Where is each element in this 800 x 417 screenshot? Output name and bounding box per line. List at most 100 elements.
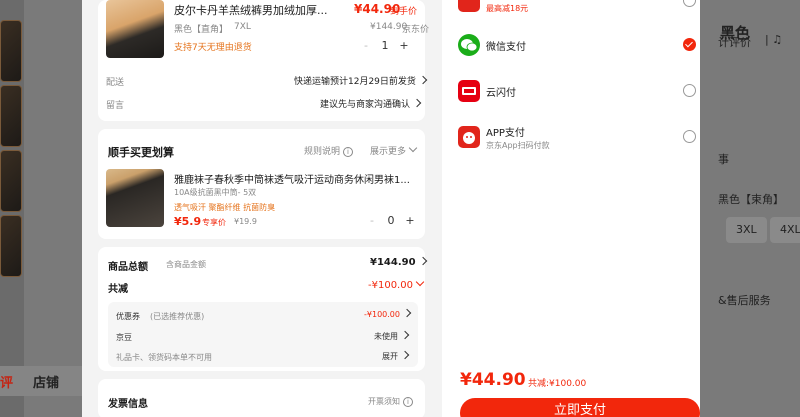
info-icon: i [403, 397, 413, 407]
addon-item-title[interactable]: 雅鹿袜子春秋季中筒袜透气吸汗运动商务休闲男袜1... [174, 171, 410, 186]
product-variant[interactable]: 黑色【直角】 [174, 22, 228, 35]
payment-panel: 最高减18元 微信支付 云闪付 APP支付 京东App扫码付款 ¥44.90 共… [442, 0, 700, 417]
addon-title: 顺手买更划算 [108, 146, 174, 159]
invoice-card[interactable]: 发票信息 开票须知 i [98, 379, 425, 417]
giftcard-value: 展开 [382, 352, 398, 361]
pay-saved: 共减:¥100.00 [528, 379, 587, 389]
background-char: 事 [718, 153, 729, 166]
rules-label: 规则说明 [304, 147, 341, 157]
background-thumbnail [0, 20, 22, 82]
coupon-value: -¥100.00 [364, 310, 400, 319]
addon-item-price: ¥5.9 [174, 215, 202, 228]
plus-button[interactable]: + [402, 214, 418, 227]
unionpay-icon [458, 80, 480, 102]
quantity-stepper: - 1 + [358, 39, 412, 52]
total-value: ¥144.90 [370, 257, 416, 268]
background-rating: 计评价 [718, 36, 751, 49]
chevron-right-icon [400, 350, 410, 360]
payment-option-app[interactable]: APP支付 京东App扫码付款 [442, 122, 700, 158]
summary-card: 商品总额 含商品金额 ¥144.90 共减 -¥100.00 优惠券 (已选推荐… [98, 247, 427, 371]
addon-item-tags: 透气吸汗 聚酯纤维 抗菌防臭 [174, 203, 276, 212]
addon-price-tag: 专享价 [202, 218, 226, 227]
payment-option-label: APP支付 [486, 128, 525, 139]
discount-detail-box: 优惠券 (已选推荐优惠) -¥100.00 京豆 未使用 礼品卡、领货码本单不可… [108, 302, 418, 367]
chevron-right-icon [400, 330, 410, 340]
quantity-value[interactable]: 1 [374, 39, 396, 52]
jd-app-icon [458, 126, 480, 148]
total-row[interactable]: ¥144.90 [370, 256, 427, 268]
info-icon: i [343, 147, 354, 157]
show-more-link[interactable]: 展示更多 [370, 143, 418, 157]
background-chip-3xl: 3XL [726, 217, 767, 243]
addon-quantity-value[interactable]: 0 [380, 214, 402, 227]
jd-pay-radio[interactable] [683, 0, 696, 7]
background-thumbnail [0, 85, 22, 147]
background-tab-store: 店铺 [33, 376, 60, 391]
invoice-note: 开票须知 [368, 397, 400, 406]
background-color-option: 黑色【束角】 [718, 193, 784, 206]
jingdou-label: 京豆 [116, 333, 132, 342]
giftcard-row[interactable]: 展开 [382, 350, 410, 362]
chevron-right-icon [412, 98, 422, 108]
bell-icon: | ♫ [765, 33, 783, 46]
top-promo: 最高减18元 [486, 4, 529, 13]
invoice-label: 发票信息 [108, 399, 148, 410]
message-row[interactable]: 建议先与商家沟通确认 [320, 97, 422, 110]
wechat-glyph-icon [461, 39, 478, 52]
minus-button[interactable]: - [358, 39, 374, 52]
app-pay-radio[interactable] [683, 130, 696, 143]
jingdou-value: 未使用 [374, 332, 398, 341]
coupon-row[interactable]: -¥100.00 [364, 308, 412, 319]
background-thumbnail [0, 215, 22, 277]
payment-option-label: 微信支付 [486, 42, 526, 53]
price-source: 京东价 [402, 25, 430, 35]
wechat-radio-selected[interactable] [683, 38, 696, 51]
payment-option-wechat[interactable]: 微信支付 [442, 30, 700, 60]
payment-option-sub: 京东App扫码付款 [486, 141, 550, 150]
addon-item-spec[interactable]: 10A级抗菌黑中筒- 5双 [174, 187, 256, 198]
chevron-down-icon [408, 143, 418, 153]
chevron-right-icon [418, 256, 427, 266]
message-value: 建议先与商家沟通确认 [320, 100, 411, 110]
addon-original-price: ¥19.9 [234, 217, 257, 226]
background-product-image [24, 0, 82, 417]
jd-dog-icon [463, 132, 475, 144]
product-size[interactable]: 7XL [234, 22, 251, 32]
checkout-screen: 评 店铺 黑色 计评价 | ♫ 事 黑色【束角】 3XL 4XL &售后服务 皮… [0, 0, 800, 417]
background-page-right: 黑色 计评价 | ♫ 事 黑色【束角】 3XL 4XL &售后服务 [700, 0, 800, 417]
unionpay-radio[interactable] [683, 84, 696, 97]
addon-item-image[interactable] [106, 169, 164, 227]
plus-button[interactable]: + [396, 39, 412, 52]
product-image[interactable] [106, 0, 164, 58]
background-tab-review: 评 [0, 376, 14, 391]
discount-row[interactable]: -¥100.00 [368, 277, 425, 291]
order-panel: 皮尔卡丹羊羔绒裤男加绒加厚... ¥44.90 到手价 黑色【直角】 7XL ¥… [82, 0, 442, 417]
product-card: 皮尔卡丹羊羔绒裤男加绒加厚... ¥44.90 到手价 黑色【直角】 7XL ¥… [98, 0, 429, 121]
background-chip-4xl: 4XL [770, 217, 800, 243]
pay-now-button[interactable]: 立即支付 [460, 398, 700, 417]
invoice-note-link[interactable]: 开票须知 i [368, 396, 413, 407]
chevron-right-icon [402, 308, 412, 318]
payment-option-unionpay[interactable]: 云闪付 [442, 76, 700, 106]
payment-option-label: 云闪付 [486, 88, 516, 99]
message-label: 留言 [106, 101, 125, 111]
product-price-tag: 到手价 [390, 7, 418, 17]
jingdou-row[interactable]: 未使用 [374, 330, 410, 342]
coupon-note: (已选推荐优惠) [150, 312, 205, 321]
shipping-value: 快递运输预计12月29日前发货 [294, 77, 416, 87]
addon-card: 顺手买更划算 规则说明 i 展示更多 雅鹿袜子春秋季中筒袜透气吸汗运动商务休闲男袜… [98, 129, 425, 239]
minus-button[interactable]: - [364, 214, 380, 227]
total-label: 商品总额 [108, 262, 148, 273]
addon-quantity-stepper: - 0 + [364, 214, 418, 227]
chevron-down-icon [415, 277, 425, 287]
unionpay-glyph-icon [462, 87, 476, 95]
giftcard-label: 礼品卡、领货码本单不可用 [116, 353, 212, 362]
shipping-row[interactable]: 快递运输预计12月29日前发货 [294, 74, 428, 87]
rules-link[interactable]: 规则说明 i [304, 144, 354, 157]
background-thumbnail [0, 150, 22, 212]
product-title[interactable]: 皮尔卡丹羊羔绒裤男加绒加厚... [174, 2, 328, 18]
total-note: 含商品金额 [166, 260, 206, 269]
background-service: &售后服务 [718, 294, 771, 307]
jd-pay-icon [458, 0, 480, 12]
show-more-label: 展示更多 [370, 147, 407, 157]
